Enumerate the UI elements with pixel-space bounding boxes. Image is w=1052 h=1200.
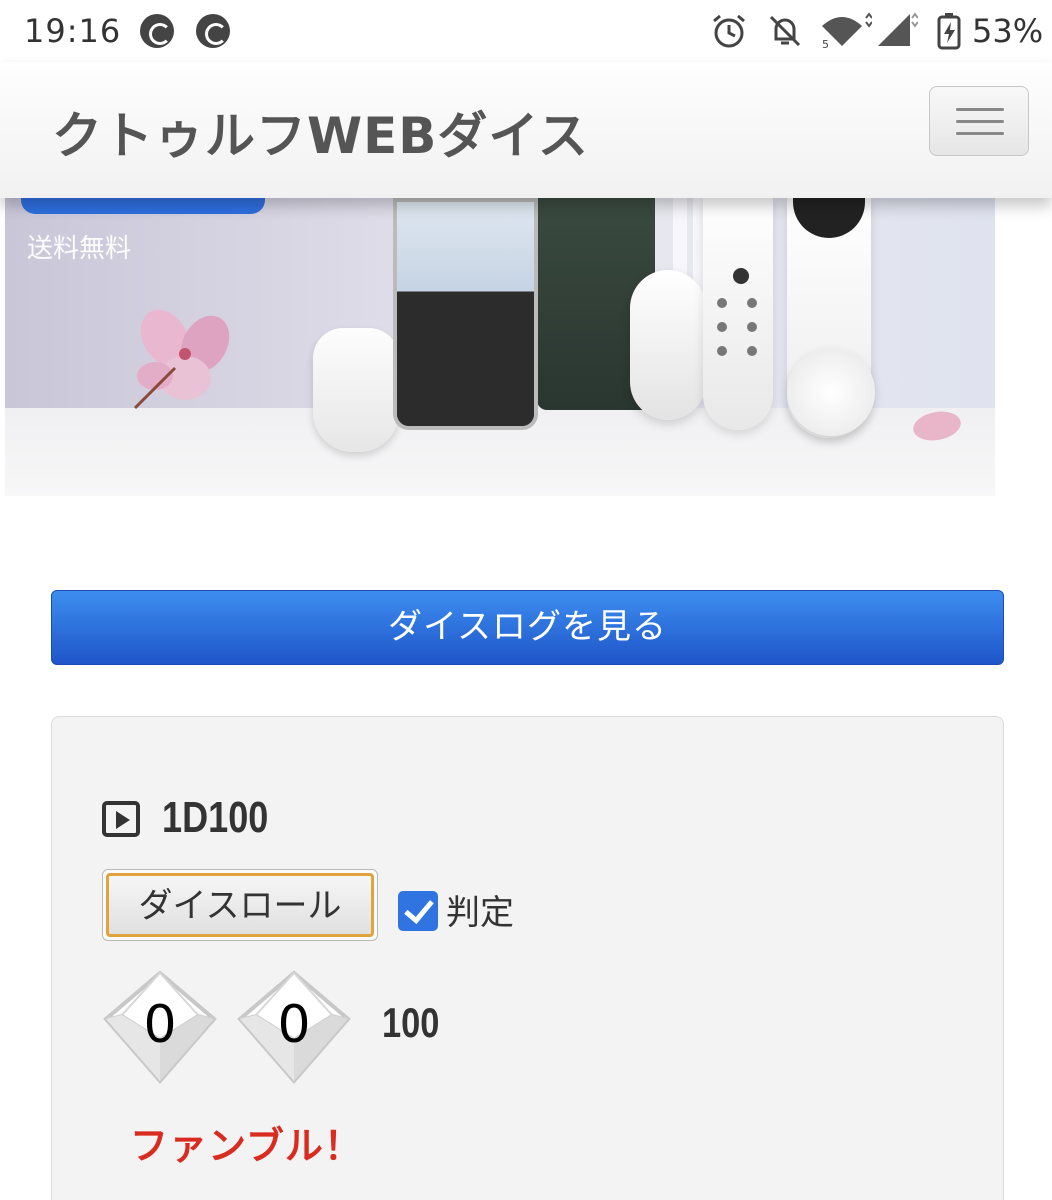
notification-app-icon: [140, 14, 174, 48]
app-title: クトゥルフWEBダイス: [52, 107, 589, 165]
bell-off-icon: [769, 15, 801, 47]
dice-spec: 1D100: [162, 793, 269, 842]
menu-toggle-button[interactable]: [929, 86, 1029, 156]
ad-cta-button[interactable]: [21, 198, 265, 214]
phone-image: [393, 198, 538, 430]
status-time: 19:16: [24, 12, 122, 50]
cellular-signal-icon: [878, 12, 918, 46]
judge-label: 判定: [446, 893, 514, 933]
roll-total: 100: [382, 999, 440, 1046]
wifi-icon: 5: [822, 12, 872, 50]
notification-app-icon: [196, 14, 230, 48]
chromecast-image: [630, 270, 706, 420]
svg-text:5: 5: [822, 38, 829, 50]
smart-speaker-image: [787, 348, 875, 436]
d10-die: 0: [236, 969, 352, 1085]
blossom-image: [133, 309, 230, 410]
app-header: クトゥルフWEBダイス: [0, 62, 1052, 198]
ad-text: 送料無料: [27, 234, 132, 264]
status-bar: 19:16 5 53%: [0, 0, 1052, 62]
die-value: 0: [143, 995, 177, 1055]
die-value: 0: [277, 995, 311, 1055]
ad-banner[interactable]: 送料無料: [5, 198, 995, 496]
battery-charging-icon: [937, 13, 961, 50]
play-icon[interactable]: [102, 801, 140, 837]
dice-log-button[interactable]: ダイスログを見る: [51, 590, 1004, 665]
hamburger-icon: [956, 108, 1004, 111]
remote-image: [703, 198, 773, 430]
roll-result: ファンブル！: [130, 1124, 363, 1168]
dice-roll-button[interactable]: ダイスロール: [102, 869, 378, 941]
dice-panel: 1D100 ダイスロール 判定 0 0 100 ファンブル！: [51, 716, 1004, 1200]
d10-die: 0: [102, 969, 218, 1085]
earbuds-image: [313, 328, 399, 452]
dice-roll-label: ダイスロール: [106, 873, 374, 937]
judge-checkbox[interactable]: [398, 891, 438, 931]
alarm-icon: [713, 14, 745, 48]
battery-percent: 53%: [972, 12, 1044, 50]
